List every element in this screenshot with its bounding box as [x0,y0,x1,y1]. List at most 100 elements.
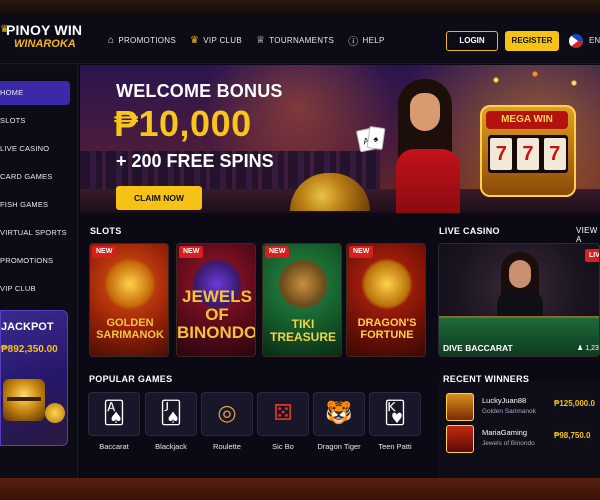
login-button[interactable]: LOGIN [446,31,498,51]
winner-username: MariaGaming [482,428,528,437]
sidebar-item-card-games[interactable]: CARD GAMES [0,165,70,189]
sidebar: HOME SLOTS LIVE CASINO CARD GAMES FISH G… [0,65,78,478]
rooster-icon [104,258,156,310]
dice-icon: ⚄ [273,400,293,425]
teen-patti-icon: 🂾 [383,400,407,425]
question-icon: ⓘ [348,36,359,48]
nav-vip-club[interactable]: ♛ VIP CLUB [190,35,242,46]
game-title: TIKI TREASURE [269,317,336,344]
top-header: ♛ PINOY WIN WINAROKA ⌂ PROMOTIONS ♛ VIP … [0,14,600,64]
game-label: Blackjack [155,442,187,451]
live-badge: LIVE [585,249,599,262]
brand-name: PINOY WIN [6,22,83,38]
jackpot-amount: ₱892,350.00 [1,344,58,355]
hostess-dress [396,149,460,213]
live-game-name: DIVE BACCARAT [443,343,513,353]
winner-amount: ₱125,000.0 [554,399,595,408]
sidebar-item-live-casino[interactable]: LIVE CASINO [0,137,70,161]
popular-game-sic-bo[interactable]: ⚄ Sic Bo [257,392,309,454]
popular-game-roulette[interactable]: ◎ Roulette [201,392,253,454]
sidebar-item-vip-club[interactable]: VIP CLUB [0,277,70,301]
fireworks-decoration [470,65,600,95]
game-thumbnail [446,425,474,453]
sidebar-item-fish-games[interactable]: FISH GAMES [0,193,70,217]
game-card-dragons-fortune[interactable]: NEW DRAGON'S FORTUNE [346,243,426,357]
game-label: Teen Patti [378,442,412,451]
view-all-link[interactable]: VIEW A [576,226,600,244]
winner-row[interactable]: MariaGaming Jewels of Binondo ₱98,750.0 [446,425,600,455]
hero-free-spins: + 200 FREE SPINS [116,151,274,171]
nav-label: HELP [362,35,385,45]
roulette-icon: ◎ [217,400,237,425]
nav-promotions[interactable]: ⌂ PROMOTIONS [108,35,176,46]
tiki-mask-icon [277,258,329,310]
sidebar-item-promotions[interactable]: PROMOTIONS [0,249,70,273]
playing-cards-icon: A ♠ [355,125,388,157]
popular-game-teen-patti[interactable]: 🂾 Teen Patti [369,392,421,454]
jackpot-widget[interactable]: JACKPOT ₱892,350.00 [0,310,68,446]
game-title: JEWELS OF BINONDO [177,287,256,342]
gift-icon: ⌂ [108,34,115,46]
sidebar-item-virtual-sports[interactable]: VIRTUAL SPORTS [0,221,70,245]
game-title: DRAGON'S FORTUNE [357,317,417,341]
game-label: Baccarat [99,442,129,451]
trophy-icon: ♕ [256,34,266,46]
winner-game: Golden Sarimanok [482,408,536,415]
reel-seven: 7 [490,138,513,170]
hero-title: WELCOME BONUS [116,81,283,101]
game-title: GOLDEN SARIMANOK [96,317,164,341]
new-badge: NEW [349,246,374,258]
casino-screen: ♛ PINOY WIN WINAROKA ⌂ PROMOTIONS ♛ VIP … [0,14,600,478]
main-nav: ⌂ PROMOTIONS ♛ VIP CLUB ♕ TOURNAMENTS ⓘ … [108,32,385,48]
tv-frame: ♛ PINOY WIN WINAROKA ⌂ PROMOTIONS ♛ VIP … [0,0,600,500]
winner-username: LuckyJuan88 [482,396,527,405]
live-game-card[interactable]: LIVE DIVE BACCARAT ♟ 1,23 [438,243,600,357]
hostess-image [376,71,476,213]
nav-label: PROMOTIONS [118,35,177,45]
nav-help[interactable]: ⓘ HELP [348,33,384,48]
welcome-bonus-banner[interactable]: WELCOME BONUS ₱10,000 + 200 FREE SPINS C… [80,65,600,213]
tiger-icon: 🐯 [325,400,353,425]
popular-game-baccarat[interactable]: 🂡 Baccarat [88,392,140,454]
users-icon: ♟ [577,345,586,352]
new-badge: NEW [265,246,290,258]
reel-seven: 7 [516,138,539,170]
language-selector[interactable]: EN [589,36,600,45]
viewer-count-value: 1,23 [585,345,599,352]
game-card-jewels-of-binondo[interactable]: NEW JEWELS OF BINONDO [176,243,256,357]
register-button[interactable]: REGISTER [505,31,559,51]
game-card-golden-sarimanok[interactable]: NEW GOLDEN SARIMANOK [89,243,169,357]
popular-games-title: POPULAR GAMES [89,374,173,384]
hostess-face [410,93,440,131]
coins-icon [45,403,65,423]
cards-icon: 🂡 [102,400,126,425]
claim-now-button[interactable]: CLAIM NOW [116,186,202,210]
crown-icon: ♛ [190,34,200,46]
popular-game-blackjack[interactable]: 🂫 Blackjack [145,392,197,454]
game-thumbnail [446,393,474,421]
brand-logo[interactable]: ♛ PINOY WIN WINAROKA [0,22,102,58]
viewer-count: ♟ 1,23 [577,344,599,352]
frame-bottom [0,478,600,500]
blackjack-icon: 🂫 [159,400,183,425]
live-casino-section-title: LIVE CASINO [439,226,500,236]
nav-tournaments[interactable]: ♕ TOURNAMENTS [256,35,334,46]
sidebar-item-slots[interactable]: SLOTS [0,109,70,133]
sidebar-item-home[interactable]: HOME [0,81,70,105]
game-card-tiki-treasure[interactable]: NEW TIKI TREASURE [262,243,342,357]
new-badge: NEW [92,246,117,258]
frame-top [0,0,600,14]
philippines-flag-icon[interactable] [569,34,583,48]
brand-tagline: WINAROKA [14,38,76,50]
dragon-icon [361,258,413,310]
popular-game-dragon-tiger[interactable]: 🐯 Dragon Tiger [313,392,365,454]
game-label: Sic Bo [272,442,294,451]
winner-amount: ₱98,750.0 [554,431,591,440]
nav-label: VIP CLUB [203,35,242,45]
recent-winners-title: RECENT WINNERS [443,374,530,384]
winner-row[interactable]: LuckyJuan88 Golden Sarimanok ₱125,000.0 [446,393,600,423]
recent-winners-panel: RECENT WINNERS LuckyJuan88 Golden Sarima… [438,374,600,478]
reel-seven: 7 [543,138,566,170]
game-label: Dragon Tiger [317,442,361,451]
slot-reels: 7 7 7 [488,135,568,173]
